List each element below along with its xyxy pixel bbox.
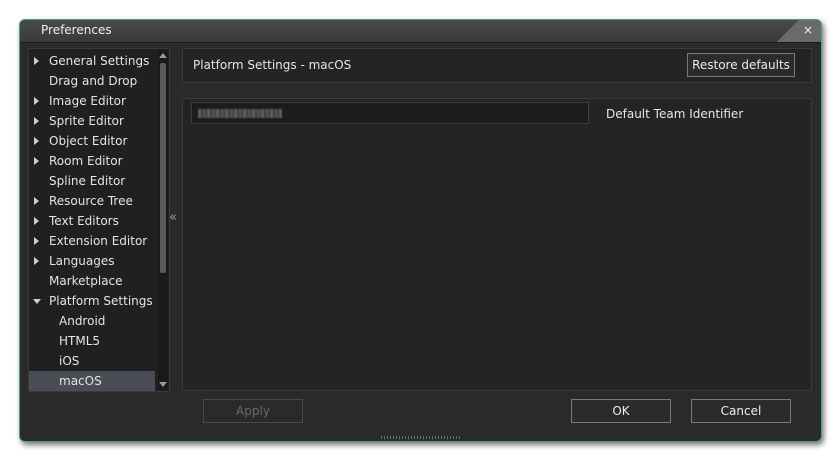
team-identifier-label: Default Team Identifier (606, 107, 744, 121)
tree-item-image-editor[interactable]: Image Editor (29, 91, 155, 111)
tree-item-spline-editor[interactable]: Spline Editor (29, 171, 155, 191)
expand-right-arrow-icon[interactable] (34, 197, 39, 205)
settings-content: Default Team Identifier (182, 98, 812, 391)
tree-item-label: Spline Editor (49, 174, 126, 188)
settings-header: Platform Settings - macOS Restore defaul… (182, 48, 812, 83)
tree-item-sprite-editor[interactable]: Sprite Editor (29, 111, 155, 131)
tree-item-macos[interactable]: macOS (29, 371, 155, 391)
expand-right-arrow-icon[interactable] (34, 97, 39, 105)
tree-item-label: Platform Settings (49, 294, 153, 308)
ok-button[interactable]: OK (571, 399, 671, 423)
scroll-up-arrow-icon[interactable] (159, 53, 167, 58)
restore-defaults-button[interactable]: Restore defaults (687, 53, 795, 77)
tree-item-label: Object Editor (49, 134, 128, 148)
expand-right-arrow-icon[interactable] (34, 57, 39, 65)
tree-item-object-editor[interactable]: Object Editor (29, 131, 155, 151)
tree-item-label: Image Editor (49, 94, 126, 108)
tree-item-languages[interactable]: Languages (29, 251, 155, 271)
tree-item-drag-and-drop[interactable]: Drag and Drop (29, 71, 155, 91)
tree-item-label: Languages (49, 254, 115, 268)
scroll-thumb[interactable] (160, 63, 166, 273)
preferences-tree: General Settings Drag and Drop Image Edito… (28, 48, 170, 392)
expand-right-arrow-icon[interactable] (34, 217, 39, 225)
tree-item-ios[interactable]: iOS (29, 351, 155, 371)
tree-item-label: Resource Tree (49, 194, 133, 208)
tree-item-label: iOS (59, 354, 80, 368)
tree-item-extension-editor[interactable]: Extension Editor (29, 231, 155, 251)
tree-item-label: Extension Editor (49, 234, 148, 248)
tree-item-label: HTML5 (59, 334, 101, 348)
tree-scrollbar[interactable] (158, 51, 168, 389)
tree-item-label: macOS (59, 374, 102, 388)
expand-right-arrow-icon[interactable] (34, 117, 39, 125)
window-title: Preferences (41, 23, 112, 37)
tree-item-label: Drag and Drop (49, 74, 138, 88)
expand-right-arrow-icon[interactable] (34, 237, 39, 245)
tree-item-html5[interactable]: HTML5 (29, 331, 155, 351)
scroll-down-arrow-icon[interactable] (159, 382, 167, 387)
cancel-button[interactable]: Cancel (691, 399, 791, 423)
tree-item-room-editor[interactable]: Room Editor (29, 151, 155, 171)
tree-item-android[interactable]: Android (29, 311, 155, 331)
close-icon[interactable]: × (803, 23, 813, 37)
resize-grip[interactable] (381, 436, 461, 439)
expand-right-arrow-icon[interactable] (34, 257, 39, 265)
title-bar[interactable]: Preferences × (20, 20, 821, 43)
apply-button[interactable]: Apply (203, 399, 303, 423)
tree-item-label: Sprite Editor (49, 114, 124, 128)
tree-item-label: Text Editors (49, 214, 119, 228)
tree-item-platform-settings[interactable]: Platform Settings (29, 291, 155, 311)
team-identifier-input[interactable] (191, 102, 589, 124)
redacted-value (198, 109, 282, 118)
tree-item-general-settings[interactable]: General Settings (29, 51, 155, 71)
tree-item-marketplace[interactable]: Marketplace (29, 271, 155, 291)
expand-right-arrow-icon[interactable] (34, 157, 39, 165)
expand-down-arrow-icon[interactable] (33, 299, 41, 304)
panel-title: Platform Settings - macOS (193, 58, 352, 72)
tree-item-text-editors[interactable]: Text Editors (29, 211, 155, 231)
tree-item-label: Room Editor (49, 154, 123, 168)
collapse-sidebar-icon[interactable]: « (169, 210, 177, 225)
tree-item-label: General Settings (49, 54, 150, 68)
tree-item-label: Android (59, 314, 106, 328)
tree-item-label: Marketplace (49, 274, 123, 288)
expand-right-arrow-icon[interactable] (34, 137, 39, 145)
title-bar-corner (769, 20, 821, 42)
tree-item-resource-tree[interactable]: Resource Tree (29, 191, 155, 211)
preferences-window: Preferences × General Settings Drag and D… (19, 19, 822, 442)
